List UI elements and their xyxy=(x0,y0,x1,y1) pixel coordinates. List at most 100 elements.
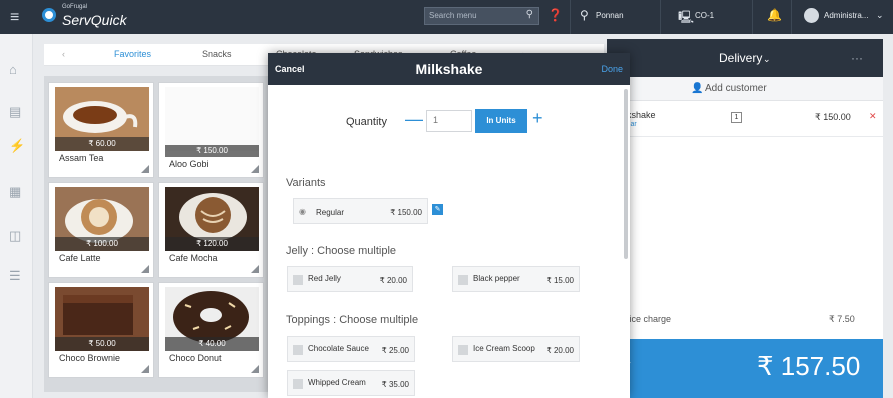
order-line-item[interactable]: ikshake ular 1 ₹ 150.00 ✕ xyxy=(607,101,883,137)
modal-title: Milkshake xyxy=(415,61,483,77)
search-placeholder: Search menu xyxy=(429,11,477,20)
sidebar: ⌂ ▤ ⚡ ▦ ◫ ☰ xyxy=(0,34,33,398)
order-type-header: Delivery ⌄ ··· xyxy=(607,39,883,77)
checkbox-icon[interactable] xyxy=(458,345,468,355)
corner-marker xyxy=(251,365,259,373)
order-total: ₹ 157.50 xyxy=(757,351,861,381)
menu-item-tile[interactable]: ₹ 50.00 Choco Brownie xyxy=(48,282,154,378)
corner-marker xyxy=(141,365,149,373)
remove-item-icon[interactable]: ✕ xyxy=(869,111,877,122)
cancel-button[interactable]: Cancel xyxy=(275,64,305,74)
order-type-selector[interactable]: Delivery xyxy=(719,51,762,65)
order-item-price: ₹ 150.00 xyxy=(815,112,851,122)
option-price: ₹ 35.00 xyxy=(381,380,409,389)
menu-grid: ₹ 60.00 Assam Tea ₹ 150.00 Aloo Gobi ₹ 1… xyxy=(44,76,269,392)
chevron-down-icon[interactable]: ⌄ xyxy=(876,10,884,21)
order-panel: Delivery ⌄ ··· 👤 Add customer ikshake ul… xyxy=(607,39,883,398)
tab-favorites[interactable]: Favorites xyxy=(114,49,151,59)
more-options-icon[interactable]: ··· xyxy=(851,51,863,65)
divider xyxy=(752,0,753,34)
item-price: ₹ 120.00 xyxy=(165,237,259,251)
corner-marker xyxy=(141,165,149,173)
decrement-button[interactable]: — xyxy=(405,109,423,130)
option-price: ₹ 20.00 xyxy=(546,346,574,355)
item-name: Assam Tea xyxy=(59,153,104,163)
service-charge-label: vice charge xyxy=(625,314,672,324)
tab-snacks[interactable]: Snacks xyxy=(202,49,232,59)
location-label[interactable]: Ponnan xyxy=(596,11,624,20)
edit-icon[interactable]: ✎ xyxy=(432,204,443,215)
kitchen-icon[interactable]: ▦ xyxy=(9,184,21,200)
delivery-icon[interactable]: ⚡ xyxy=(9,138,25,154)
checkbox-icon[interactable] xyxy=(293,345,303,355)
menu-item-tile[interactable]: ₹ 60.00 Assam Tea xyxy=(48,82,154,178)
topping-option[interactable]: Ice Cream Scoop ₹ 20.00 xyxy=(452,336,580,362)
topping-option[interactable]: Whipped Cream ₹ 35.00 xyxy=(287,370,415,396)
bell-icon[interactable]: 🔔 xyxy=(767,8,782,22)
reports-icon[interactable]: ◫ xyxy=(9,228,21,244)
checkbox-icon[interactable] xyxy=(293,379,303,389)
topping-option[interactable]: Chocolate Sauce ₹ 25.00 xyxy=(287,336,415,362)
quantity-input[interactable]: 1 xyxy=(426,110,472,132)
item-price: ₹ 150.00 xyxy=(165,145,259,157)
add-customer-label: Add customer xyxy=(705,83,767,94)
orders-icon[interactable]: ▤ xyxy=(9,104,21,120)
divider xyxy=(660,0,661,34)
checkbox-icon[interactable] xyxy=(293,275,303,285)
pay-button[interactable]: y ₹ 157.50 xyxy=(607,339,883,398)
checkbox-icon[interactable] xyxy=(458,275,468,285)
item-price: ₹ 60.00 xyxy=(55,137,149,151)
modal-scrollbar[interactable] xyxy=(624,89,628,259)
toppings-heading: Toppings : Choose multiple xyxy=(286,314,419,326)
option-price: ₹ 20.00 xyxy=(379,276,407,285)
item-name: Choco Brownie xyxy=(59,353,121,363)
option-name: Whipped Cream xyxy=(308,378,366,387)
menu-item-tile[interactable]: ₹ 40.00 Choco Donut xyxy=(158,282,264,378)
user-avatar[interactable] xyxy=(804,8,819,23)
item-price: ₹ 40.00 xyxy=(165,337,259,351)
variant-name: Regular xyxy=(316,208,345,217)
settings-icon[interactable]: ☰ xyxy=(9,268,21,284)
variant-option[interactable]: ◉ Regular ₹ 150.00 xyxy=(293,198,428,224)
service-charge-value: ₹ 7.50 xyxy=(829,314,855,324)
option-name: Black pepper xyxy=(473,274,520,283)
register-label[interactable]: CO-1 xyxy=(695,11,714,20)
chevron-left-icon[interactable]: ‹ xyxy=(62,49,65,59)
quantity-label: Quantity xyxy=(346,116,387,128)
user-name[interactable]: Administra... xyxy=(824,11,868,20)
blank-image xyxy=(165,87,259,151)
jelly-heading: Jelly : Choose multiple xyxy=(286,245,397,257)
option-price: ₹ 25.00 xyxy=(381,346,409,355)
order-item-qty[interactable]: 1 xyxy=(731,112,742,123)
hamburger-menu-icon[interactable]: ≡ xyxy=(10,9,19,27)
add-customer-button[interactable]: 👤 Add customer xyxy=(607,77,883,101)
location-pin-icon: ⚲ xyxy=(580,8,589,22)
option-price: ₹ 15.00 xyxy=(546,276,574,285)
jelly-option[interactable]: Black pepper ₹ 15.00 xyxy=(452,266,580,292)
menu-item-tile[interactable]: ₹ 100.00 Cafe Latte xyxy=(48,182,154,278)
search-input[interactable]: Search menu ⚲ xyxy=(424,7,539,25)
help-icon[interactable]: ❓ xyxy=(548,8,563,22)
search-icon[interactable]: ⚲ xyxy=(526,9,533,20)
item-name: Cafe Latte xyxy=(59,253,101,263)
brand-name: ServQuick xyxy=(62,12,127,28)
chevron-down-icon[interactable]: ⌄ xyxy=(763,54,771,65)
item-options-modal: Milkshake Cancel Done Quantity — 1 In Un… xyxy=(268,53,630,398)
logo-mark-icon xyxy=(42,8,56,22)
menu-item-tile[interactable]: ₹ 150.00 Aloo Gobi xyxy=(158,82,264,178)
top-bar: ≡ GoFrugal ServQuick Search menu ⚲ ❓ ⚲ P… xyxy=(0,0,893,34)
increment-button[interactable]: + xyxy=(532,108,543,129)
jelly-option[interactable]: Red Jelly ₹ 20.00 xyxy=(287,266,413,292)
divider xyxy=(570,0,571,34)
option-name: Ice Cream Scoop xyxy=(473,344,535,353)
option-name: Red Jelly xyxy=(308,274,341,283)
menu-item-tile[interactable]: ₹ 120.00 Cafe Mocha xyxy=(158,182,264,278)
home-icon[interactable]: ⌂ xyxy=(9,62,17,77)
brand-small: GoFrugal xyxy=(62,4,88,10)
corner-marker xyxy=(251,265,259,273)
done-button[interactable]: Done xyxy=(601,64,623,74)
unit-selector[interactable]: In Units xyxy=(475,109,527,133)
corner-marker xyxy=(251,165,259,173)
person-icon: 👤 xyxy=(691,83,704,94)
modal-header: Milkshake Cancel Done xyxy=(268,53,630,85)
